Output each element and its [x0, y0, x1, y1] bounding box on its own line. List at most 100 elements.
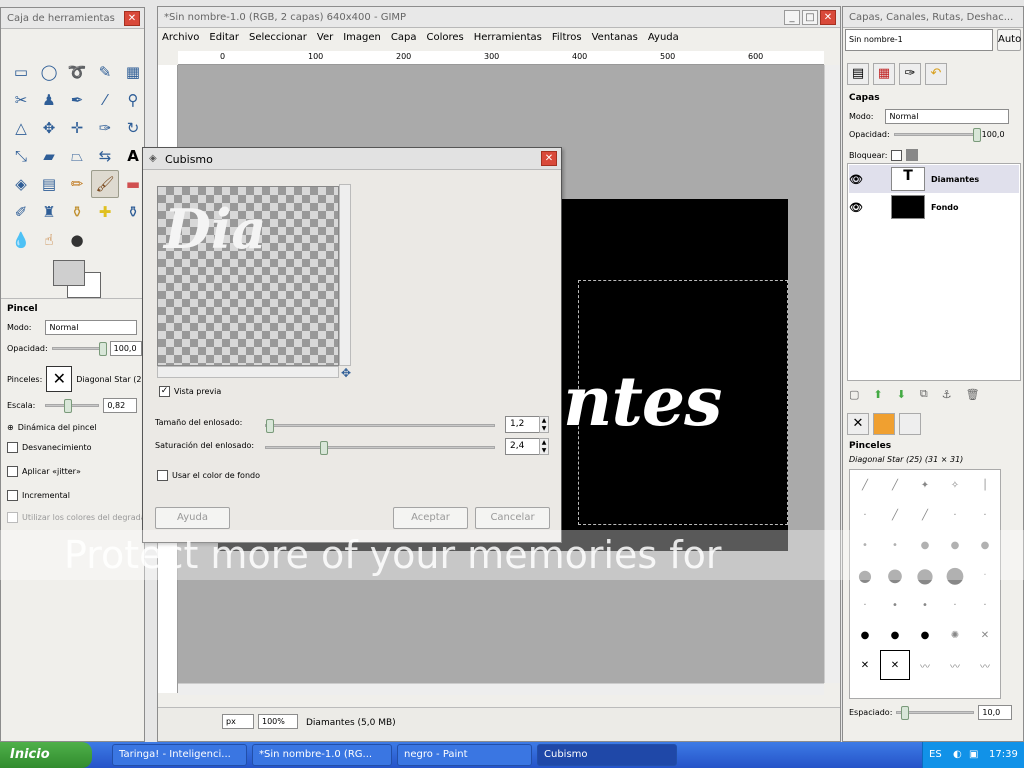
- brush-item[interactable]: ╱: [850, 470, 880, 500]
- toolbox-close-button[interactable]: ✕: [124, 11, 140, 26]
- brush-item[interactable]: ✕: [850, 650, 880, 680]
- by-color-select-icon[interactable]: ▦: [119, 58, 147, 86]
- brush-item[interactable]: ·: [970, 590, 1000, 620]
- scale-icon[interactable]: ⤡: [7, 142, 35, 170]
- brush-item[interactable]: 〰: [970, 650, 1000, 680]
- lock-alpha-icon[interactable]: [906, 149, 919, 161]
- brush-item[interactable]: ✺: [940, 620, 970, 650]
- brush-item[interactable]: ·: [850, 590, 880, 620]
- dialog-close-button[interactable]: ✕: [541, 151, 557, 166]
- opacity-input[interactable]: 100,0: [109, 341, 142, 356]
- brush-item[interactable]: ●: [910, 620, 940, 650]
- eye-icon[interactable]: 👁: [849, 201, 863, 214]
- raise-layer-icon[interactable]: ⬆: [873, 388, 882, 401]
- new-layer-icon[interactable]: ▢: [849, 388, 859, 401]
- opacity-slider[interactable]: [51, 342, 107, 356]
- smudge-icon[interactable]: ☝: [35, 226, 63, 254]
- incremental-checkbox[interactable]: [7, 490, 18, 501]
- tile-sat-slider[interactable]: [265, 441, 495, 455]
- brush-item[interactable]: 〰: [910, 650, 940, 680]
- minimize-button[interactable]: _: [784, 10, 800, 25]
- layer-row[interactable]: 👁 Fondo: [849, 193, 1019, 221]
- taskbar-item-paint[interactable]: negro - Paint: [397, 744, 532, 766]
- tile-size-slider[interactable]: [265, 419, 495, 433]
- mode-select[interactable]: Normal: [45, 320, 138, 335]
- menu-colores[interactable]: Colores: [426, 32, 463, 48]
- unit-select[interactable]: px: [222, 714, 254, 729]
- brush-item[interactable]: •: [850, 530, 880, 560]
- zoom-select[interactable]: 100%: [258, 714, 298, 729]
- preview-hscroll[interactable]: [157, 366, 339, 378]
- channels-tab-icon[interactable]: ▦: [873, 63, 895, 85]
- ink-icon[interactable]: ♜: [35, 198, 63, 226]
- network-icon[interactable]: ◐: [953, 742, 962, 768]
- anchor-layer-icon[interactable]: ⚓: [942, 388, 952, 401]
- lasso-icon[interactable]: ➰: [63, 58, 91, 86]
- brush-item[interactable]: ●: [940, 560, 970, 590]
- spacing-input[interactable]: 10,0: [978, 705, 1013, 720]
- zoom-icon[interactable]: ⚲: [119, 86, 147, 114]
- dodge-icon[interactable]: ●: [63, 226, 91, 254]
- dynamics-label[interactable]: Dinámica del pincel: [18, 423, 97, 432]
- delete-layer-icon[interactable]: 🗑: [966, 388, 980, 401]
- brush-item[interactable]: ·: [970, 560, 1000, 590]
- bucket-fill-icon[interactable]: ◈: [7, 170, 35, 198]
- lower-layer-icon[interactable]: ⬇: [897, 388, 906, 401]
- brush-grid[interactable]: ╱ ╱ ✦ ✧ │ · ╱ ╱ · · • • ● ● ● ● ● ● ● · · • • · · ● ● ● ✺ ✕ ✕ ✕ 〰〰…: [849, 469, 1001, 699]
- layer-opacity-value[interactable]: 100,0: [982, 130, 1005, 139]
- expand-icon[interactable]: ⊕: [7, 423, 14, 432]
- move-icon[interactable]: ✥: [35, 114, 63, 142]
- brush-item[interactable]: 〰: [940, 650, 970, 680]
- eye-icon[interactable]: 👁: [849, 173, 863, 186]
- cancel-button[interactable]: Cancelar: [475, 507, 550, 529]
- preview-vscroll[interactable]: [339, 184, 351, 366]
- foreground-color[interactable]: [53, 260, 85, 286]
- brush-item[interactable]: ╱: [880, 500, 910, 530]
- paths-icon[interactable]: ✒: [63, 86, 91, 114]
- taskbar-item-cubismo[interactable]: Cubismo: [537, 744, 677, 766]
- patterns-tab-icon[interactable]: [873, 413, 895, 435]
- brush-item[interactable]: ·: [940, 590, 970, 620]
- clone-icon[interactable]: ⚱: [63, 198, 91, 226]
- tile-sat-spinner[interactable]: ▲ ▼: [539, 438, 549, 455]
- lock-checkbox[interactable]: [891, 149, 903, 161]
- scissors-icon[interactable]: ✂: [7, 86, 35, 114]
- rotate-icon[interactable]: ↻: [119, 114, 147, 142]
- shear-icon[interactable]: ▰: [35, 142, 63, 170]
- align-icon[interactable]: ✛: [63, 114, 91, 142]
- brush-item[interactable]: ·: [940, 500, 970, 530]
- menu-filtros[interactable]: Filtros: [552, 32, 582, 48]
- duplicate-layer-icon[interactable]: ⧉: [920, 387, 928, 401]
- brush-item[interactable]: ●: [880, 620, 910, 650]
- color-picker-icon[interactable]: ⁄: [91, 86, 119, 114]
- menu-capa[interactable]: Capa: [391, 32, 417, 48]
- brush-item[interactable]: ●: [910, 560, 940, 590]
- language-indicator[interactable]: ES: [929, 742, 942, 768]
- auto-button[interactable]: Auto: [997, 29, 1021, 51]
- brush-item[interactable]: ·: [970, 500, 1000, 530]
- airbrush-icon[interactable]: ✐: [7, 198, 35, 226]
- image-select[interactable]: Sin nombre-1: [845, 29, 993, 51]
- brush-item[interactable]: ╱: [910, 500, 940, 530]
- bg-color-checkbox[interactable]: [157, 470, 168, 481]
- menu-archivo[interactable]: Archivo: [162, 32, 199, 48]
- paintbrush-icon[interactable]: 🖌: [91, 170, 119, 198]
- start-button[interactable]: Inicio: [0, 742, 92, 768]
- brush-item[interactable]: •: [880, 590, 910, 620]
- flip-icon[interactable]: ⇆: [91, 142, 119, 170]
- preview-checkbox[interactable]: ✓: [159, 386, 170, 397]
- ok-button[interactable]: Aceptar: [393, 507, 468, 529]
- undo-tab-icon[interactable]: ↶: [925, 63, 947, 85]
- menu-editar[interactable]: Editar: [209, 32, 239, 48]
- taskbar-item-gimp[interactable]: *Sin nombre-1.0 (RG...: [252, 744, 392, 766]
- color-swatches[interactable]: [53, 260, 103, 300]
- brush-item[interactable]: ●: [850, 620, 880, 650]
- heal-icon[interactable]: ✚: [91, 198, 119, 226]
- scale-slider[interactable]: [45, 399, 100, 413]
- menu-seleccionar[interactable]: Seleccionar: [249, 32, 307, 48]
- crop-icon[interactable]: ✑: [91, 114, 119, 142]
- preview-area[interactable]: Dia: [157, 186, 339, 366]
- brush-item-selected[interactable]: ✕: [880, 650, 910, 680]
- fuzzy-select-icon[interactable]: ✎: [91, 58, 119, 86]
- paths-tab-icon[interactable]: ✑: [899, 63, 921, 85]
